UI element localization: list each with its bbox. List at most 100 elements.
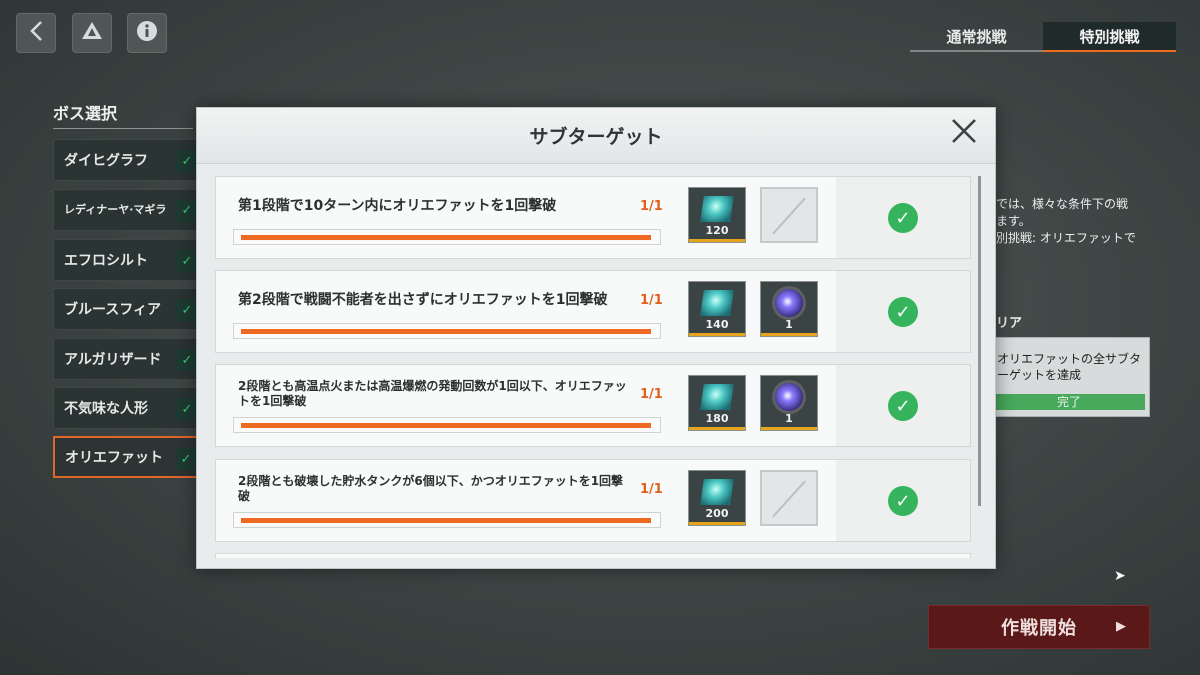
subtarget-count: 1/1	[640, 482, 663, 497]
completion-area: ✓	[836, 365, 970, 446]
modal-title: サブターゲット	[529, 126, 663, 148]
scrollbar[interactable]	[978, 176, 981, 506]
crystal-icon	[700, 196, 734, 222]
subtarget-row-partial	[215, 553, 971, 558]
reward-crystal[interactable]: 140	[688, 281, 746, 337]
crystal-icon	[700, 479, 734, 505]
tab-special-challenge[interactable]: 特別挑戦	[1043, 22, 1176, 52]
check-icon: ✓	[176, 250, 198, 272]
close-icon	[951, 117, 977, 152]
start-label: 作戦開始	[1001, 618, 1077, 639]
info-icon	[136, 20, 158, 46]
orb-icon	[775, 383, 803, 411]
boss-item-5[interactable]: 不気味な人形 ✓	[53, 387, 199, 429]
mode-tabs: 通常挑戦 特別挑戦	[910, 22, 1176, 52]
progress-bar	[233, 417, 661, 433]
boss-label: オリエファット	[65, 450, 163, 466]
check-icon: ✓	[175, 448, 197, 470]
crystal-icon	[700, 290, 734, 316]
boss-item-1[interactable]: レディナーヤ·マギラ ✓	[53, 189, 199, 231]
subtarget-desc: 第2段階で戦闘不能者を出さずにオリエファットを1回撃破	[238, 292, 608, 308]
check-icon: ✓	[176, 150, 198, 172]
subtarget-row: 第1段階で10ターン内にオリエファットを1回撃破 1/1 120 ✓	[215, 176, 971, 259]
reward-qty: 200	[705, 507, 729, 520]
subtarget-row: 第2段階で戦闘不能者を出さずにオリエファットを1回撃破 1/1 140 1 ✓	[215, 270, 971, 353]
chevron-left-icon	[28, 20, 44, 46]
boss-label: ブルースフィア	[64, 302, 162, 318]
boss-label: エフロシルト	[64, 253, 148, 269]
subtarget-desc: 2段階とも破壊した貯水タンクが6個以下、かつオリエファットを1回撃破	[238, 474, 624, 503]
reward-empty-slot	[760, 470, 818, 526]
info-button[interactable]	[127, 13, 167, 53]
triangle-icon	[81, 21, 103, 45]
check-circle-icon: ✓	[888, 297, 918, 327]
boss-select-title: ボス選択	[53, 100, 193, 129]
check-icon: ✓	[176, 299, 198, 321]
check-circle-icon: ✓	[888, 391, 918, 421]
crystal-icon	[700, 384, 734, 410]
rarity-bar	[761, 427, 817, 430]
clear-condition-text: オリエファットの全サブタ ーゲットを達成	[997, 352, 1142, 382]
clear-status-badge: 完了	[993, 394, 1145, 410]
boss-label: レディナーヤ·マギラ	[64, 203, 167, 216]
boss-item-3[interactable]: ブルースフィア ✓	[53, 288, 199, 330]
modal-header: サブターゲット	[197, 108, 995, 164]
subtarget-row: 2段階とも破壊した貯水タンクが6個以下、かつオリエファットを1回撃破 1/1 2…	[215, 459, 971, 542]
orb-icon	[775, 289, 803, 317]
reward-qty: 140	[705, 318, 729, 331]
progress-fill	[241, 518, 651, 523]
back-button[interactable]	[16, 13, 56, 53]
reward-crystal[interactable]: 200	[688, 470, 746, 526]
boss-label: 不気味な人形	[64, 401, 148, 417]
clear-heading: リア	[996, 316, 1023, 331]
play-arrow-icon: ▶	[1116, 619, 1127, 634]
subtarget-count: 1/1	[640, 293, 663, 308]
boss-item-0[interactable]: ダイヒグラフ ✓	[53, 139, 199, 181]
clear-condition-card: オリエファットの全サブタ ーゲットを達成 完了	[990, 337, 1150, 417]
subtarget-count: 1/1	[640, 387, 663, 402]
empty-slash	[772, 197, 806, 235]
formation-button[interactable]	[72, 13, 112, 53]
reward-qty: 1	[785, 318, 793, 331]
close-button[interactable]	[949, 118, 979, 148]
reward-orb[interactable]: 1	[760, 375, 818, 431]
reward-qty: 1	[785, 412, 793, 425]
subtarget-desc: 第1段階で10ターン内にオリエファットを1回撃破	[238, 198, 557, 214]
check-icon: ✓	[176, 200, 198, 222]
reward-empty-slot	[760, 187, 818, 243]
reward-orb[interactable]: 1	[760, 281, 818, 337]
reward-qty: 180	[705, 412, 729, 425]
subtarget-row: 2段階とも高温点火または高温爆燃の発動回数が1回以下、オリエファットを1回撃破 …	[215, 364, 971, 447]
completion-area: ✓	[836, 460, 970, 541]
reward-qty: 120	[705, 224, 729, 237]
progress-fill	[241, 423, 651, 428]
subtarget-modal: サブターゲット 第1段階で10ターン内にオリエファットを1回撃破 1/1 120…	[196, 107, 996, 569]
progress-bar	[233, 512, 661, 528]
rarity-bar	[689, 239, 745, 242]
subtarget-count: 1/1	[640, 199, 663, 214]
check-circle-icon: ✓	[888, 203, 918, 233]
rarity-bar	[689, 522, 745, 525]
subtarget-list[interactable]: 第1段階で10ターン内にオリエファットを1回撃破 1/1 120 ✓ 第2段階で…	[215, 176, 971, 558]
rarity-bar	[689, 427, 745, 430]
progress-fill	[241, 235, 651, 240]
rarity-bar	[761, 333, 817, 336]
rarity-bar	[689, 333, 745, 336]
progress-fill	[241, 329, 651, 334]
boss-label: ダイヒグラフ	[64, 153, 148, 169]
subtarget-desc: 2段階とも高温点火または高温爆燃の発動回数が1回以下、オリエファットを1回撃破	[238, 379, 627, 408]
check-circle-icon: ✓	[888, 486, 918, 516]
reward-crystal[interactable]: 180	[688, 375, 746, 431]
boss-item-6[interactable]: オリエファット ✓	[53, 436, 199, 478]
reward-crystal[interactable]: 120	[688, 187, 746, 243]
tab-normal-challenge[interactable]: 通常挑戦	[910, 22, 1043, 52]
completion-area: ✓	[836, 177, 970, 258]
boss-item-2[interactable]: エフロシルト ✓	[53, 239, 199, 281]
completion-area: ✓	[836, 271, 970, 352]
boss-item-4[interactable]: アルガリザード ✓	[53, 338, 199, 380]
check-icon: ✓	[176, 349, 198, 371]
progress-bar	[233, 323, 661, 339]
start-operation-button[interactable]: 作戦開始 ▶	[928, 605, 1150, 649]
check-icon: ✓	[176, 398, 198, 420]
boss-label: アルガリザード	[64, 352, 162, 368]
